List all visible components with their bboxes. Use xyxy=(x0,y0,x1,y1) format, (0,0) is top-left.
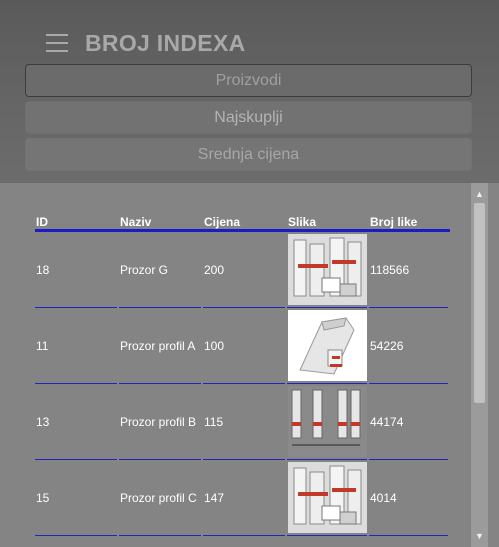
column-header-slika: Slika xyxy=(286,213,369,232)
cell-price: 200 xyxy=(202,230,287,308)
cell-id: 11 xyxy=(35,307,119,384)
cell-likes: 4014 xyxy=(368,459,450,536)
products-table: ID Naziv Cijena Slika Broj like 18 Prozo… xyxy=(35,213,450,536)
products-content: ID Naziv Cijena Slika Broj like 18 Prozo… xyxy=(0,183,471,547)
scroll-up-arrow-icon[interactable]: ▲ xyxy=(471,185,488,202)
cell-likes: 118566 xyxy=(368,230,450,308)
window-profile-set-image xyxy=(288,234,367,305)
cell-image xyxy=(286,307,369,384)
column-header-cijena: Cijena xyxy=(202,213,287,232)
window-profile-corner-image xyxy=(288,310,367,381)
cell-id: 15 xyxy=(35,459,119,536)
cell-image xyxy=(286,230,369,308)
cell-name: Prozor profil B xyxy=(118,383,203,460)
cell-image xyxy=(286,383,369,460)
cell-name: Prozor G xyxy=(118,230,203,308)
column-header-id: ID xyxy=(35,213,119,232)
cell-name: Prozor profil A xyxy=(118,307,203,384)
column-header-naziv: Naziv xyxy=(118,213,203,232)
cell-price: 100 xyxy=(202,307,287,384)
column-header-broj-like: Broj like xyxy=(368,213,450,232)
scrollbar-thumb[interactable] xyxy=(474,203,485,403)
vertical-scrollbar[interactable]: ▲ ▼ xyxy=(471,183,488,547)
cell-image xyxy=(286,459,369,536)
nav-button-srednja-cijena[interactable]: Srednja cijena xyxy=(25,138,472,171)
cell-price: 115 xyxy=(202,383,287,460)
cell-likes: 44174 xyxy=(368,383,450,460)
table-header-row: ID Naziv Cijena Slika Broj like xyxy=(35,213,450,232)
table-row[interactable]: 18 Prozor G 200 118566 xyxy=(35,230,450,308)
scroll-down-arrow-icon[interactable]: ▼ xyxy=(471,527,488,544)
cell-id: 18 xyxy=(35,230,119,308)
right-gutter xyxy=(488,183,499,547)
window-profile-sections-image xyxy=(288,386,367,457)
cell-id: 13 xyxy=(35,383,119,460)
window-profile-set-image xyxy=(288,462,367,533)
table-row[interactable]: 15 Prozor profil C 147 4014 xyxy=(35,459,450,536)
table-row[interactable]: 13 Prozor profil B 115 44174 xyxy=(35,383,450,460)
nav-button-najskuplji[interactable]: Najskuplji xyxy=(25,101,472,134)
nav-button-proizvodi[interactable]: Proizvodi xyxy=(25,64,472,97)
cell-name: Prozor profil C xyxy=(118,459,203,536)
table-row[interactable]: 11 Prozor profil A 100 54226 xyxy=(35,307,450,384)
cell-likes: 54226 xyxy=(368,307,450,384)
app-header: BROJ INDEXA Proizvodi Najskuplji Srednja… xyxy=(0,0,499,183)
app-title: BROJ INDEXA xyxy=(85,30,246,56)
hamburger-menu-icon[interactable] xyxy=(46,34,68,52)
cell-price: 147 xyxy=(202,459,287,536)
